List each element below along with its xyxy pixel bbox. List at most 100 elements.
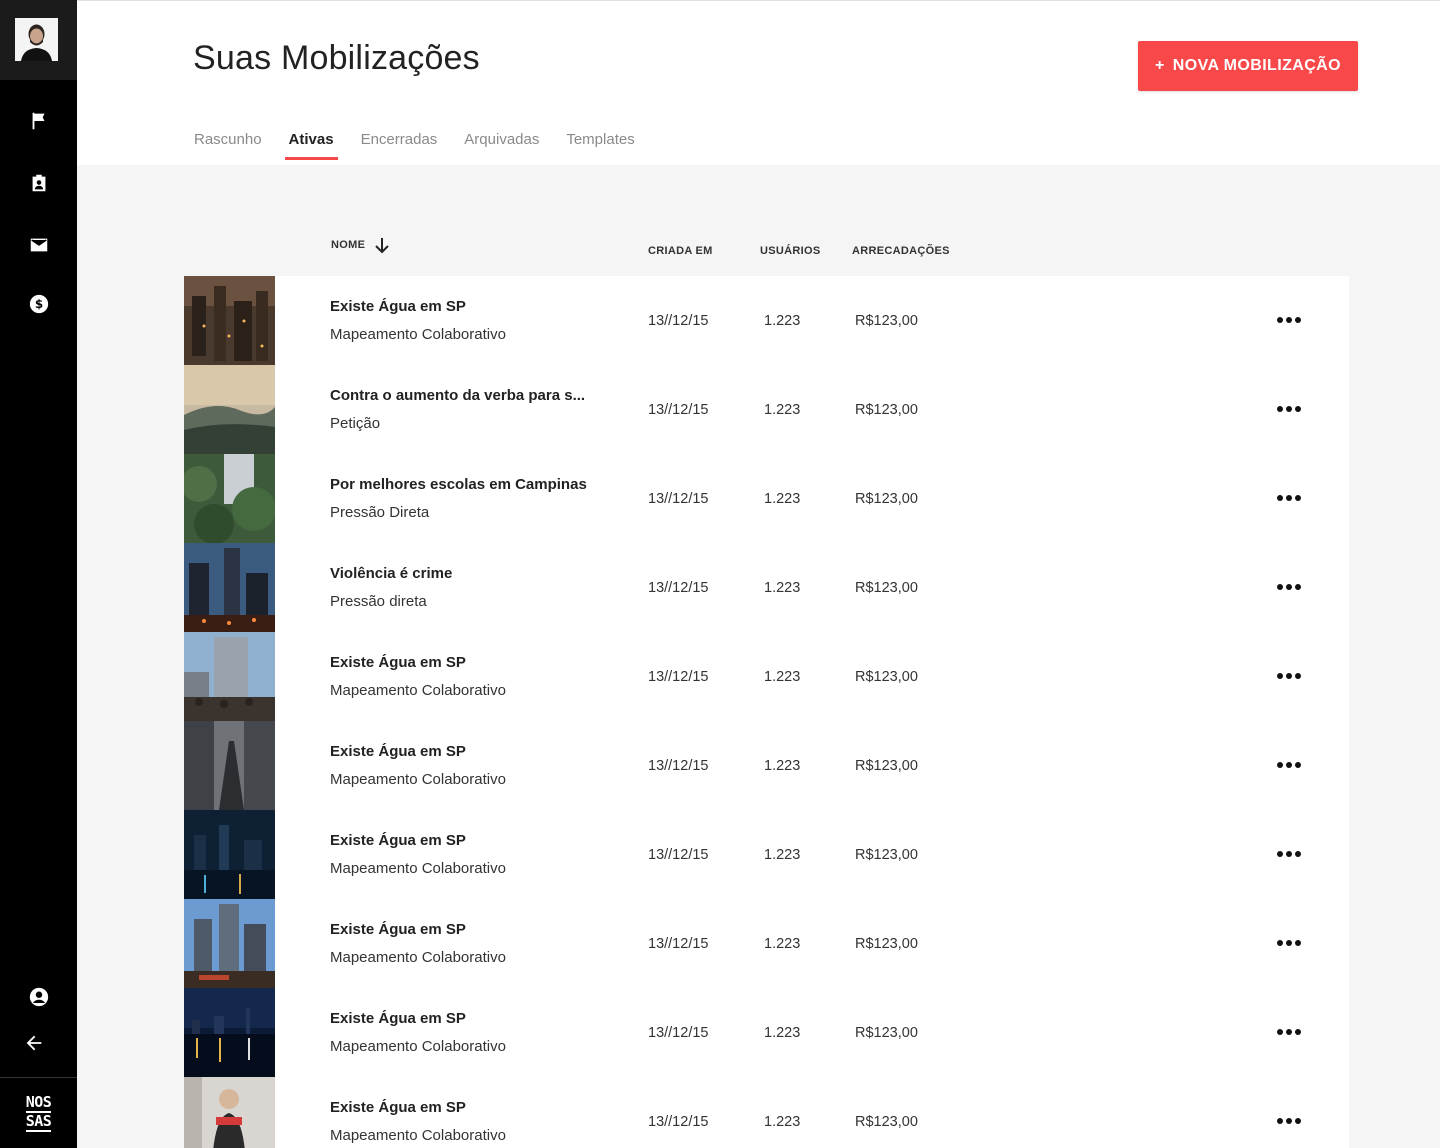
mobilization-type: Mapeamento Colaborativo [330, 771, 506, 788]
avatar[interactable] [15, 18, 58, 61]
mobilization-type: Mapeamento Colaborativo [330, 326, 506, 343]
account-icon[interactable] [25, 983, 53, 1011]
tab-arquivadas[interactable]: Arquivadas [464, 131, 539, 159]
created-date: 13//12/15 [648, 936, 709, 952]
mobilization-type: Pressão Direta [330, 504, 430, 521]
more-options-icon[interactable] [1277, 937, 1301, 949]
more-options-icon[interactable] [1277, 1115, 1301, 1127]
created-date: 13//12/15 [648, 1114, 709, 1130]
mobilization-name[interactable]: Existe Água em SP [330, 921, 590, 938]
column-header-users[interactable]: USUÁRIOS [760, 245, 820, 257]
funds-amount: R$123,00 [855, 491, 918, 507]
more-options-icon[interactable] [1277, 403, 1301, 415]
table-row[interactable]: Existe Água em SP Mapeamento Colaborativ… [184, 1077, 1349, 1148]
users-count: 1.223 [764, 402, 801, 418]
thumbnail-image [184, 632, 275, 721]
created-date: 13//12/15 [648, 669, 709, 685]
flag-icon[interactable] [25, 107, 53, 135]
created-date: 13//12/15 [648, 402, 709, 418]
funds-amount: R$123,00 [855, 313, 918, 329]
mobilization-name[interactable]: Contra o aumento da verba para s... [330, 387, 590, 404]
arrow-left-icon[interactable] [20, 1029, 48, 1057]
plus-icon: + [1155, 57, 1165, 74]
users-count: 1.223 [764, 1025, 801, 1041]
tab-ativas[interactable]: Ativas [284, 131, 338, 160]
funds-amount: R$123,00 [855, 758, 918, 774]
thumbnail-image [184, 365, 275, 454]
created-date: 13//12/15 [648, 847, 709, 863]
column-header-funds[interactable]: ARRECADAÇÕES [852, 245, 950, 257]
thumbnail-image [184, 276, 275, 365]
created-date: 13//12/15 [648, 758, 709, 774]
tab-templates[interactable]: Templates [566, 131, 634, 159]
brand-line-1: NOS [25, 1093, 52, 1113]
users-count: 1.223 [764, 491, 801, 507]
table-row[interactable]: Existe Água em SP Mapeamento Colaborativ… [184, 276, 1349, 365]
more-options-icon[interactable] [1277, 848, 1301, 860]
mobilization-name[interactable]: Existe Água em SP [330, 832, 590, 849]
users-count: 1.223 [764, 758, 801, 774]
more-options-icon[interactable] [1277, 759, 1301, 771]
users-count: 1.223 [764, 1114, 801, 1130]
more-options-icon[interactable] [1277, 581, 1301, 593]
thumbnail-image [184, 721, 275, 810]
table-row[interactable]: Existe Água em SP Mapeamento Colaborativ… [184, 810, 1349, 899]
more-options-icon[interactable] [1277, 1026, 1301, 1038]
more-options-icon[interactable] [1277, 492, 1301, 504]
table-row[interactable]: Contra o aumento da verba para s... Peti… [184, 365, 1349, 454]
created-date: 13//12/15 [648, 313, 709, 329]
mobilization-type: Mapeamento Colaborativo [330, 682, 506, 699]
brand-logo[interactable]: NOS SAS [0, 1077, 77, 1148]
table-row[interactable]: Existe Água em SP Mapeamento Colaborativ… [184, 988, 1349, 1077]
table-row[interactable]: Existe Água em SP Mapeamento Colaborativ… [184, 721, 1349, 810]
more-options-icon[interactable] [1277, 670, 1301, 682]
table-row[interactable]: Por melhores escolas em Campinas Pressão… [184, 454, 1349, 543]
funds-amount: R$123,00 [855, 1025, 918, 1041]
table-row[interactable]: Existe Água em SP Mapeamento Colaborativ… [184, 899, 1349, 988]
thumbnail-image [184, 543, 275, 632]
page-title: Suas Mobilizações [193, 39, 480, 77]
thumbnail-image [184, 899, 275, 988]
thumbnail-image [184, 810, 275, 899]
created-date: 13//12/15 [648, 1025, 709, 1041]
tabs: Rascunho Ativas Encerradas Arquivadas Te… [194, 131, 662, 160]
users-count: 1.223 [764, 669, 801, 685]
column-header-created[interactable]: CRIADA EM [648, 245, 713, 257]
mobilization-type: Mapeamento Colaborativo [330, 949, 506, 966]
mobilization-name[interactable]: Existe Água em SP [330, 743, 590, 760]
new-mobilization-button[interactable]: + NOVA MOBILIZAÇÃO [1138, 41, 1358, 91]
mobilization-name[interactable]: Existe Água em SP [330, 1099, 590, 1116]
mobilization-name[interactable]: Existe Água em SP [330, 298, 590, 315]
funds-amount: R$123,00 [855, 1114, 918, 1130]
mobilization-type: Mapeamento Colaborativo [330, 1127, 506, 1144]
tab-rascunho[interactable]: Rascunho [194, 131, 262, 159]
mail-icon[interactable] [25, 231, 53, 259]
thumbnail-image [184, 1077, 275, 1148]
table-row[interactable]: Violência é crime Pressão direta 13//12/… [184, 543, 1349, 632]
funds-amount: R$123,00 [855, 669, 918, 685]
svg-text:$: $ [35, 297, 43, 311]
sidebar: $ NOS SAS [0, 0, 77, 1148]
funds-amount: R$123,00 [855, 402, 918, 418]
clipboard-user-icon[interactable] [25, 169, 53, 197]
sort-arrow-down-icon[interactable] [372, 236, 392, 256]
users-count: 1.223 [764, 580, 801, 596]
more-options-icon[interactable] [1277, 314, 1301, 326]
mobilization-name[interactable]: Violência é crime [330, 565, 590, 582]
created-date: 13//12/15 [648, 491, 709, 507]
mobilization-type: Petição [330, 415, 381, 432]
created-date: 13//12/15 [648, 580, 709, 596]
mobilization-name[interactable]: Por melhores escolas em Campinas [330, 476, 590, 493]
mobilization-type: Mapeamento Colaborativo [330, 860, 506, 877]
tab-encerradas[interactable]: Encerradas [361, 131, 438, 159]
mobilization-name[interactable]: Existe Água em SP [330, 1010, 590, 1027]
dollar-icon[interactable]: $ [25, 290, 53, 318]
thumbnail-image [184, 454, 275, 543]
funds-amount: R$123,00 [855, 580, 918, 596]
mobilization-name[interactable]: Existe Água em SP [330, 654, 590, 671]
funds-amount: R$123,00 [855, 847, 918, 863]
users-count: 1.223 [764, 936, 801, 952]
table-row[interactable]: Existe Água em SP Mapeamento Colaborativ… [184, 632, 1349, 721]
column-header-name[interactable]: NOME [331, 239, 365, 251]
users-count: 1.223 [764, 847, 801, 863]
